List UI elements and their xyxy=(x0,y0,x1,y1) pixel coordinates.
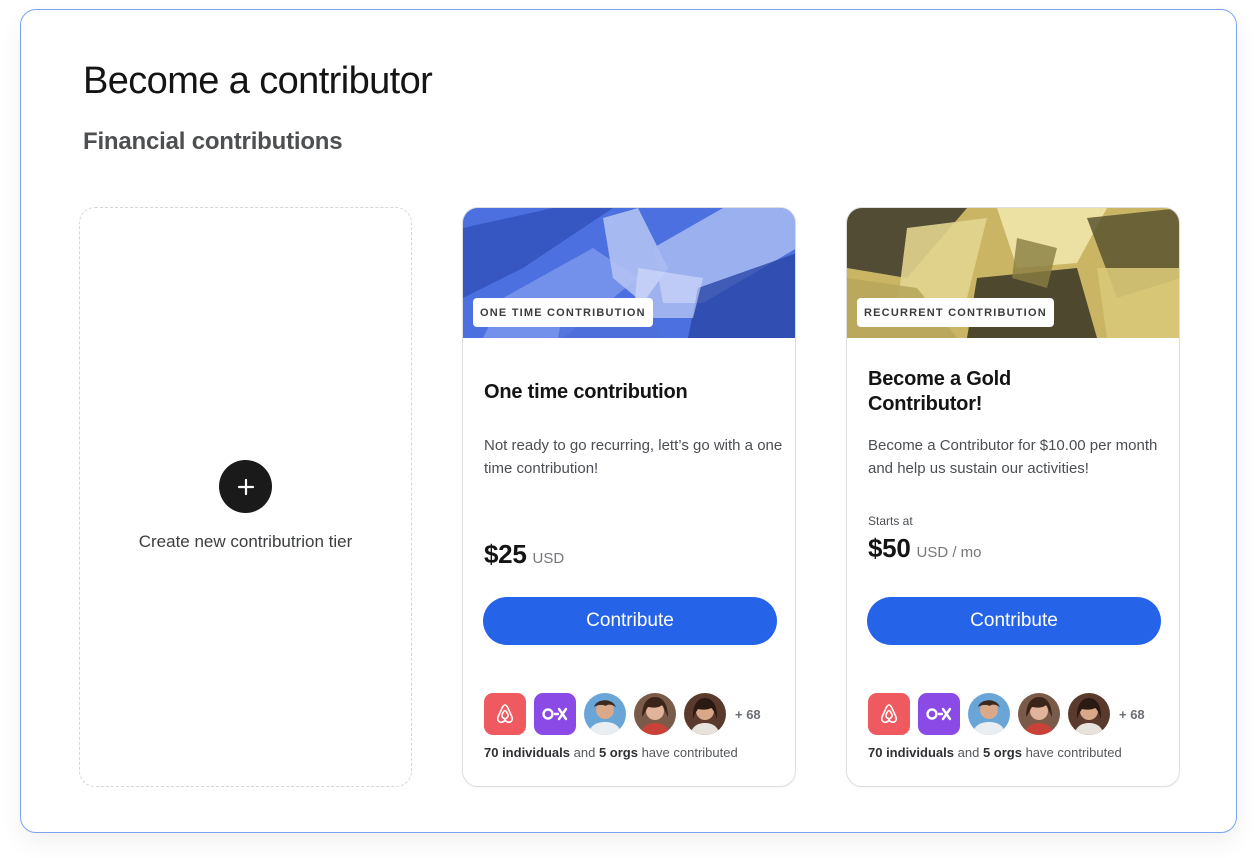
contributor-panel: Become a contributor Financial contribut… xyxy=(20,9,1237,833)
contributors-avatars: + 68 xyxy=(868,693,1145,735)
contribute-button[interactable]: Contribute xyxy=(867,597,1161,645)
ox-logo-icon[interactable] xyxy=(534,693,576,735)
tier-title: Become a Gold Contributor! xyxy=(868,368,1011,415)
contributors-summary: 70 individuals and 5 orgs have contribut… xyxy=(484,745,738,760)
starts-at-label: Starts at xyxy=(868,514,913,528)
person-avatar[interactable] xyxy=(1068,693,1110,735)
person-avatar[interactable] xyxy=(1018,693,1060,735)
contributors-summary: 70 individuals and 5 orgs have contribut… xyxy=(868,745,1122,760)
airbnb-logo-icon[interactable] xyxy=(868,693,910,735)
individuals-count: 70 individuals xyxy=(868,745,954,760)
more-contributors-count: + 68 xyxy=(1119,706,1145,722)
orgs-count: 5 orgs xyxy=(982,745,1022,760)
and-text: and xyxy=(573,745,596,760)
price-unit: USD / mo xyxy=(916,544,982,561)
individuals-count: 70 individuals xyxy=(484,745,570,760)
person-avatar[interactable] xyxy=(684,693,726,735)
contributed-text: have contributed xyxy=(641,745,738,760)
plus-icon[interactable] xyxy=(219,460,272,513)
and-text: and xyxy=(957,745,980,760)
tier-card-one-time: ONE TIME CONTRIBUTION One time contribut… xyxy=(462,207,796,787)
ox-logo-icon[interactable] xyxy=(918,693,960,735)
tier-cover-image: ONE TIME CONTRIBUTION xyxy=(463,208,795,338)
tier-description: Not ready to go recurring, lett’s go wit… xyxy=(484,437,783,477)
more-contributors-count: + 68 xyxy=(735,706,761,722)
tier-type-tag: ONE TIME CONTRIBUTION xyxy=(473,298,653,327)
person-avatar[interactable] xyxy=(968,693,1010,735)
create-tier-label: Create new contributrion tier xyxy=(138,532,353,551)
section-title: Financial contributions xyxy=(83,128,343,155)
tier-card-recurrent: RECURRENT CONTRIBUTION Become a Gold Con… xyxy=(846,207,1180,787)
price-amount: $50 xyxy=(868,533,911,563)
orgs-count: 5 orgs xyxy=(598,745,638,760)
person-avatar[interactable] xyxy=(584,693,626,735)
person-avatar[interactable] xyxy=(634,693,676,735)
tier-type-tag: RECURRENT CONTRIBUTION xyxy=(857,298,1054,327)
price-unit: USD xyxy=(532,550,565,567)
tier-price: $25 USD xyxy=(484,539,564,570)
contributors-avatars: + 68 xyxy=(484,693,761,735)
price-amount: $25 xyxy=(484,539,527,569)
tier-title: One time contribution xyxy=(484,381,688,403)
contribute-button[interactable]: Contribute xyxy=(483,597,777,645)
airbnb-logo-icon[interactable] xyxy=(484,693,526,735)
create-tier-card[interactable]: Create new contributrion tier xyxy=(79,207,412,787)
tier-price: $50 USD / mo xyxy=(868,533,982,564)
tier-cover-image: RECURRENT CONTRIBUTION xyxy=(847,208,1179,338)
contributed-text: have contributed xyxy=(1025,745,1122,760)
page-title: Become a contributor xyxy=(83,60,433,102)
tier-description: Become a Contributor for $10.00 per mont… xyxy=(868,437,1158,477)
